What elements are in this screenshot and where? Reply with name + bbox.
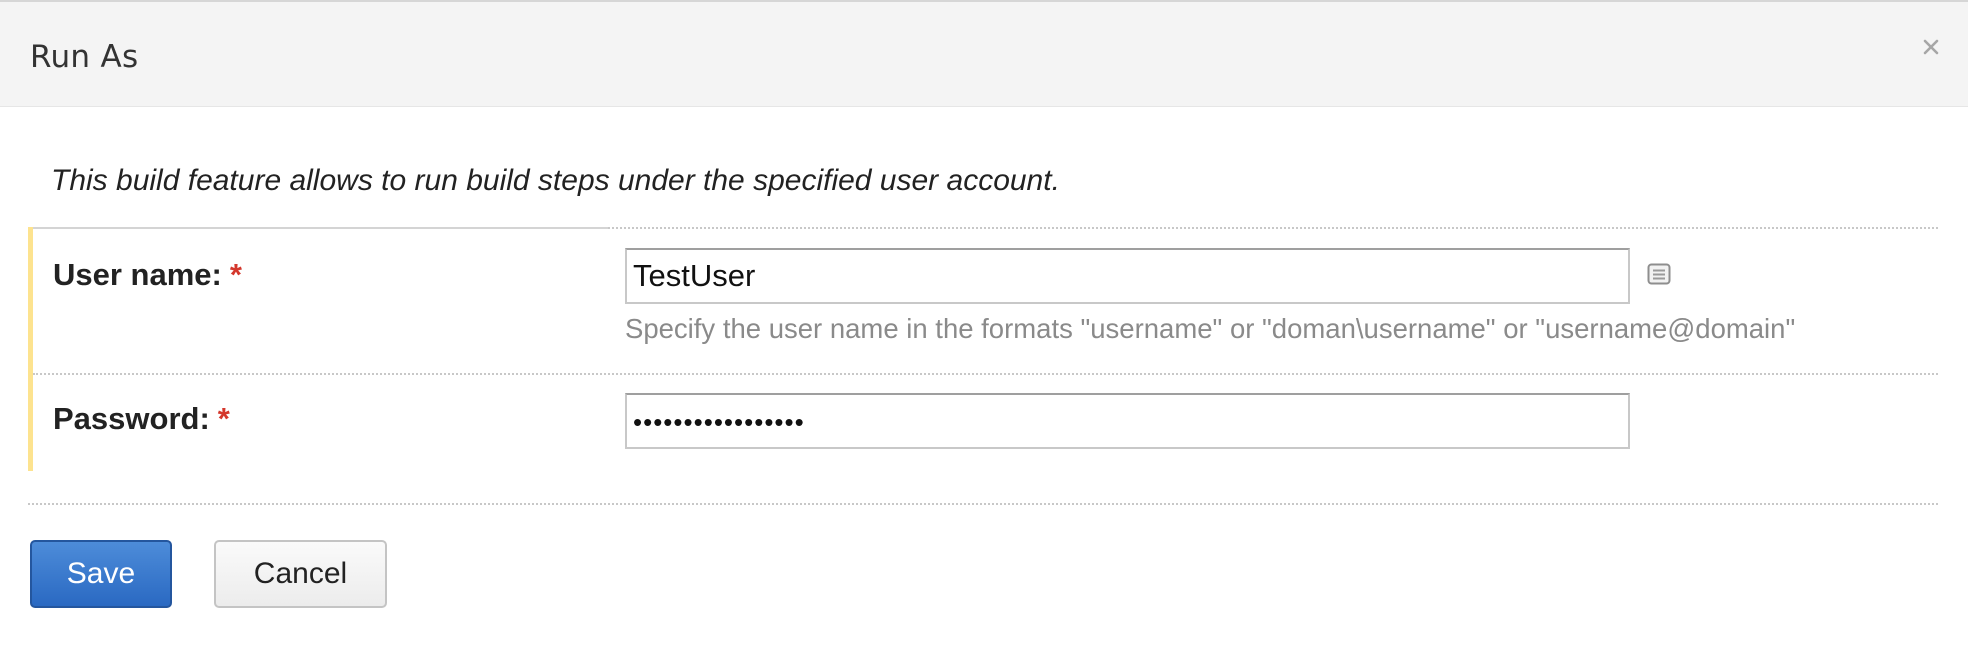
feature-description: This build feature allows to run build s… (51, 164, 1060, 197)
form-bottom-divider (28, 503, 1938, 505)
username-input[interactable]: TestUser (625, 248, 1630, 304)
close-icon[interactable] (1916, 32, 1946, 62)
username-input-value: TestUser (633, 258, 756, 293)
required-asterisk: * (229, 257, 242, 292)
list-icon[interactable] (1647, 263, 1671, 285)
username-hint: Specify the user name in the formats "us… (625, 313, 1796, 344)
password-label: Password: * (53, 401, 230, 437)
settings-form: User name: * TestUser Specify the user na… (28, 227, 1938, 471)
cancel-button[interactable]: Cancel (214, 540, 387, 608)
username-row: User name: * TestUser Specify the user na… (28, 227, 1938, 373)
run-as-dialog: Run As This build feature allows to run … (0, 0, 1968, 647)
dialog-title: Run As (30, 39, 139, 75)
password-row: Password: * ••••••••••••••••• (28, 373, 1938, 471)
row-divider (33, 373, 1938, 375)
password-masked-value: ••••••••••••••••• (633, 407, 805, 437)
username-label-text: User name: (53, 257, 222, 292)
password-label-text: Password: (53, 401, 210, 436)
dialog-header: Run As (0, 2, 1968, 107)
password-input[interactable]: ••••••••••••••••• (625, 393, 1630, 449)
username-label: User name: * (53, 257, 242, 293)
required-asterisk: * (217, 401, 230, 436)
save-button[interactable]: Save (30, 540, 172, 608)
